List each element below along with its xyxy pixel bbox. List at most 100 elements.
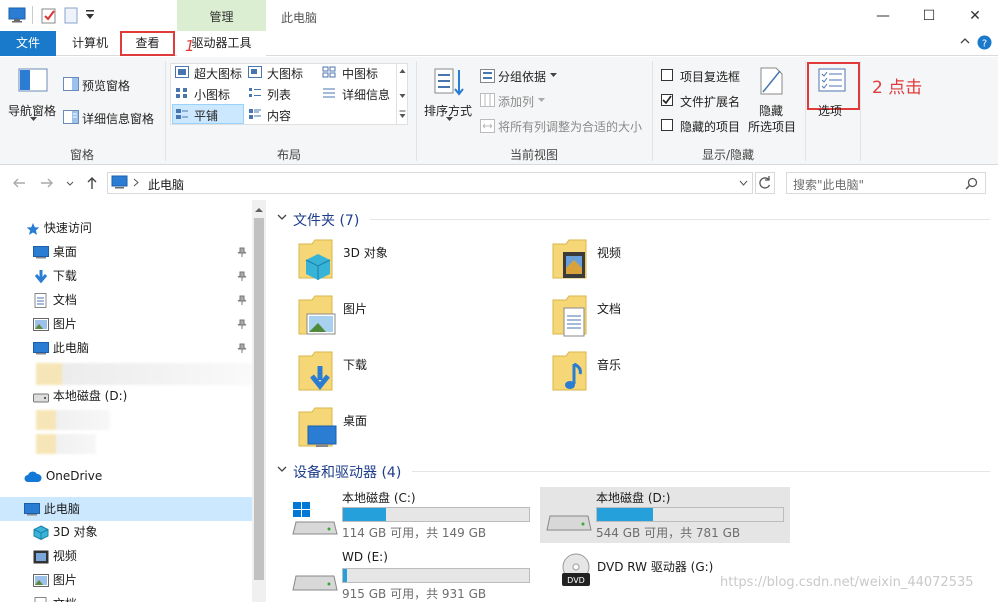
- nav-pictures[interactable]: 图片: [33, 313, 77, 335]
- dvd-drive-label[interactable]: DVD RW 驱动器 (G:): [597, 558, 713, 575]
- layout-medium-icons[interactable]: 中图标: [342, 65, 378, 82]
- collapse-chevron-icon[interactable]: [277, 466, 287, 473]
- folder-documents-icon[interactable]: [552, 294, 588, 338]
- tab-computer[interactable]: 计算机: [62, 31, 118, 56]
- layout-large-icons[interactable]: 大图标: [267, 65, 303, 82]
- recent-locations-chevron-icon[interactable]: [66, 181, 74, 186]
- folder-desktop-label[interactable]: 桌面: [343, 412, 367, 429]
- maximize-button[interactable]: ☐: [906, 0, 952, 31]
- options-button[interactable]: 选项: [818, 102, 842, 119]
- pin-icon[interactable]: [237, 247, 247, 257]
- navigation-pane-scrollbar[interactable]: [252, 200, 266, 602]
- pin-icon[interactable]: [237, 319, 247, 329]
- breadcrumb-this-pc[interactable]: 此电脑: [148, 176, 184, 193]
- hidden-items-checkbox[interactable]: [661, 119, 673, 131]
- nav-this-pc[interactable]: 此电脑: [24, 498, 80, 520]
- back-arrow-icon[interactable]: [12, 177, 26, 189]
- chevron-down-icon[interactable]: [538, 98, 545, 103]
- quick-access-toolbar-dropdown-icon[interactable]: [86, 10, 94, 20]
- tab-file[interactable]: 文件: [0, 31, 56, 56]
- layout-small-icons[interactable]: 小图标: [194, 86, 230, 103]
- layout-tiles[interactable]: 平铺: [194, 107, 218, 124]
- preview-pane-button[interactable]: 预览窗格: [82, 77, 130, 94]
- drive-c-label[interactable]: 本地磁盘 (C:): [342, 489, 416, 506]
- close-button[interactable]: ✕: [952, 0, 998, 31]
- folder-videos-label[interactable]: 视频: [597, 244, 621, 261]
- layout-content[interactable]: 内容: [267, 107, 291, 124]
- address-dropdown-icon[interactable]: [739, 180, 748, 186]
- item-checkboxes-checkbox[interactable]: [661, 69, 673, 81]
- new-folder-icon[interactable]: [64, 7, 78, 24]
- nav-onedrive[interactable]: OneDrive: [24, 465, 102, 487]
- chevron-down-icon[interactable]: [30, 117, 37, 122]
- nav-3d-objects[interactable]: 3D 对象: [33, 521, 98, 543]
- chevron-down-icon[interactable]: [550, 73, 557, 78]
- folder-pictures-label[interactable]: 图片: [343, 300, 367, 317]
- pin-icon[interactable]: [237, 343, 247, 353]
- chevron-up-icon[interactable]: [960, 37, 970, 45]
- properties-icon[interactable]: [41, 7, 57, 24]
- nav-local-disk-d[interactable]: 本地磁盘 (D:): [33, 385, 127, 407]
- search-box[interactable]: 搜索"此电脑": [786, 172, 986, 194]
- layout-extra-large-icons[interactable]: 超大图标: [194, 65, 242, 82]
- folder-pictures-icon[interactable]: [298, 294, 336, 338]
- computer-icon[interactable]: [8, 7, 26, 23]
- file-extensions-checkbox[interactable]: [661, 94, 673, 106]
- up-arrow-icon[interactable]: [86, 176, 98, 190]
- drive-e-label[interactable]: WD (E:): [342, 550, 388, 564]
- nav-documents[interactable]: 文档: [33, 289, 77, 311]
- nav-pictures-2-label: 图片: [52, 573, 77, 587]
- nav-videos[interactable]: 视频: [33, 545, 77, 567]
- folder-desktop-icon[interactable]: [298, 406, 338, 450]
- scrollbar-thumb[interactable]: [254, 218, 264, 580]
- drive-d-icon[interactable]: [546, 508, 592, 532]
- folder-music-icon[interactable]: [552, 350, 588, 394]
- drive-c-icon[interactable]: [292, 502, 338, 536]
- size-all-columns-button[interactable]: 将所有列调整为合适的大小: [498, 118, 642, 135]
- chevron-down-icon[interactable]: [446, 117, 453, 122]
- nav-documents-2[interactable]: 文档: [33, 593, 77, 602]
- details-pane-button[interactable]: 详细信息窗格: [82, 110, 154, 127]
- drive-d-label[interactable]: 本地磁盘 (D:): [596, 489, 670, 506]
- folder-3d-objects-label[interactable]: 3D 对象: [343, 244, 388, 261]
- nav-downloads[interactable]: 下载: [33, 265, 77, 287]
- folder-videos-icon[interactable]: [552, 238, 588, 282]
- small-icons-icon: [175, 87, 189, 99]
- tab-manage[interactable]: 管理: [177, 0, 266, 31]
- group-label-show-hide: 显示/隐藏: [701, 148, 755, 162]
- folder-documents-label[interactable]: 文档: [597, 300, 621, 317]
- tab-view[interactable]: 查看: [120, 31, 175, 56]
- help-icon[interactable]: ?: [977, 35, 992, 50]
- preview-pane-icon: [63, 77, 79, 91]
- hide-selected-button[interactable]: 隐藏: [759, 102, 783, 119]
- breadcrumb-chevron-icon[interactable]: [133, 178, 139, 187]
- nav-desktop[interactable]: 桌面: [33, 241, 77, 263]
- pin-icon[interactable]: [237, 271, 247, 281]
- add-columns-button[interactable]: 添加列: [498, 93, 534, 110]
- layout-list[interactable]: 列表: [267, 86, 291, 103]
- search-icon[interactable]: [965, 177, 978, 190]
- forward-arrow-icon[interactable]: [40, 177, 54, 189]
- svg-text:?: ?: [982, 39, 987, 50]
- nav-quick-access[interactable]: 快速访问: [26, 217, 92, 239]
- folder-3d-objects-icon[interactable]: [298, 238, 334, 282]
- folders-section-header[interactable]: 文件夹 (7): [293, 210, 359, 230]
- hide-selected-button-line2[interactable]: 所选项目: [748, 118, 796, 135]
- address-bar[interactable]: 此电脑: [107, 172, 753, 194]
- folder-music-label[interactable]: 音乐: [597, 356, 621, 373]
- devices-section-header[interactable]: 设备和驱动器 (4): [293, 462, 401, 482]
- hidden-items-label: 隐藏的项目: [680, 120, 741, 134]
- drive-e-icon[interactable]: [292, 570, 338, 594]
- pin-icon[interactable]: [237, 295, 247, 305]
- layout-gallery-scroll[interactable]: [396, 64, 407, 124]
- minimize-button[interactable]: —: [860, 0, 906, 31]
- nav-this-pc-quick[interactable]: 此电脑: [33, 337, 89, 359]
- folder-downloads-icon[interactable]: [298, 350, 334, 394]
- group-by-button[interactable]: 分组依据: [498, 68, 546, 85]
- refresh-button[interactable]: [755, 172, 775, 194]
- folder-downloads-label[interactable]: 下载: [343, 356, 367, 373]
- nav-pictures-2[interactable]: 图片: [33, 569, 77, 591]
- collapse-chevron-icon[interactable]: [277, 214, 287, 221]
- dvd-drive-icon[interactable]: DVD: [560, 553, 592, 587]
- layout-details[interactable]: 详细信息: [342, 86, 390, 103]
